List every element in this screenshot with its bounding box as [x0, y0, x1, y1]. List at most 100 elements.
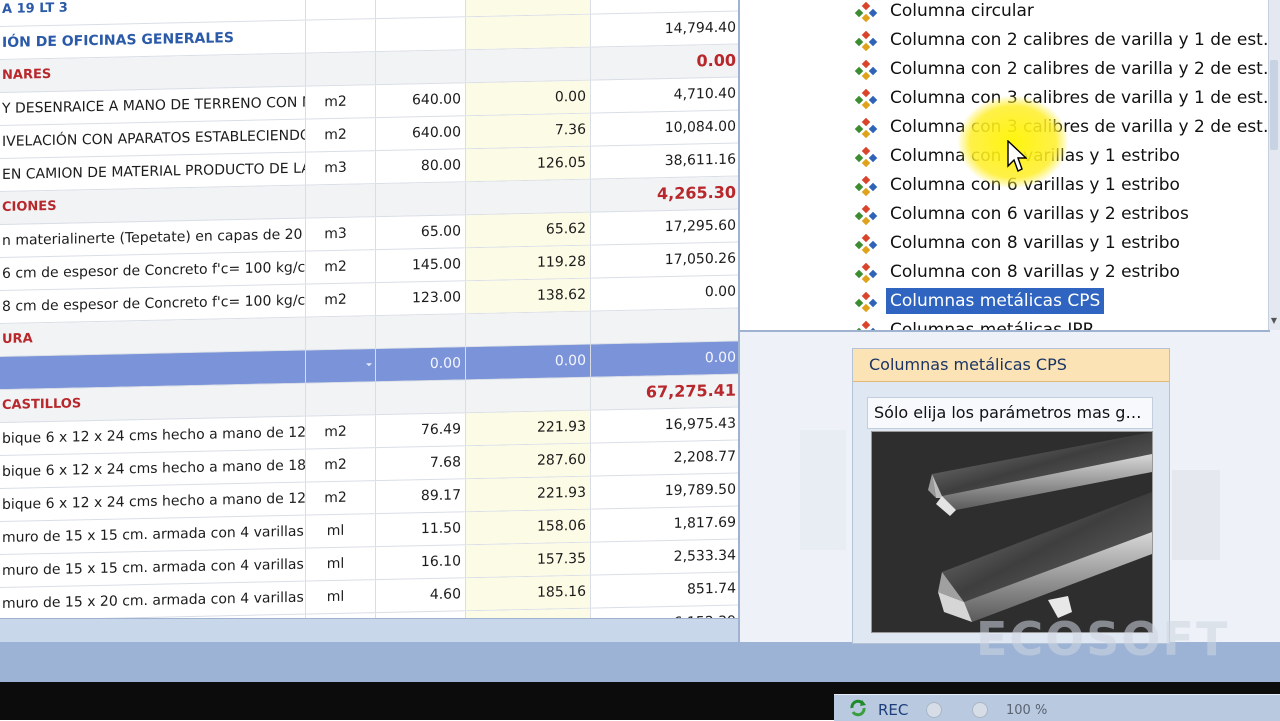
grid-cell-unit[interactable]: m2 [306, 250, 376, 284]
grid-cell-description[interactable]: bique 6 x 12 x 24 cms hecho a mano de 12… [0, 482, 306, 521]
grid-cell-amount[interactable]: 4,710.40 [591, 78, 738, 113]
grid-cell-description[interactable]: 8 cm de espesor de Concreto f'c= 100 kg/… [0, 284, 306, 323]
grid-cell-description[interactable]: NARES [0, 53, 306, 92]
grid-cell-quantity[interactable]: 80.00 [376, 149, 466, 184]
grid-cell-quantity[interactable] [376, 380, 466, 415]
tree-scrollbar[interactable] [1268, 0, 1280, 330]
grid-cell-unit-price[interactable]: 119.28 [466, 245, 591, 281]
grid-cell-amount[interactable]: 4,265.30 [591, 177, 738, 212]
record-button-2[interactable] [972, 702, 988, 718]
grid-cell-amount[interactable]: 19,789.50 [591, 474, 738, 509]
grid-cell-quantity[interactable]: 76.49 [376, 413, 466, 448]
grid-cell-unit-price[interactable]: 221.93 [466, 476, 591, 512]
grid-cell-description[interactable]: n materialinerte (Tepetate) en capas de … [0, 218, 306, 257]
grid-cell-amount[interactable] [591, 309, 738, 344]
grid-cell-description[interactable] [0, 350, 306, 389]
grid-cell-unit-price[interactable]: 65.62 [466, 212, 591, 248]
grid-cell-unit-price[interactable] [466, 47, 591, 83]
grid-cell-unit[interactable]: ml [306, 580, 376, 614]
grid-cell-unit[interactable]: m2 [306, 415, 376, 449]
grid-cell-quantity[interactable]: 640.00 [376, 83, 466, 118]
grid-cell-amount[interactable]: 851.74 [591, 573, 738, 608]
grid-cell-description[interactable]: IÓN DE OFICINAS GENERALES [0, 20, 306, 59]
grid-cell-unit[interactable] [306, 19, 376, 53]
grid-cell-amount[interactable]: 17,050.26 [591, 243, 738, 278]
grid-cell-amount[interactable]: 14,794.40 [591, 12, 738, 47]
grid-cell-unit[interactable]: m2 [306, 448, 376, 482]
grid-cell-description[interactable]: 6 cm de espesor de Concreto f'c= 100 kg/… [0, 251, 306, 290]
grid-cell-quantity[interactable]: 4.60 [376, 578, 466, 613]
grid-cell-quantity[interactable]: 123.00 [376, 281, 466, 316]
grid-cell-description[interactable]: IVELACIÓN CON APARATOS ESTABLECIENDO [0, 119, 306, 158]
grid-cell-quantity[interactable] [376, 182, 466, 217]
grid-cell-quantity[interactable]: 0.00 [376, 347, 466, 382]
grid-cell-amount[interactable]: 0.00 [591, 341, 738, 377]
budget-grid[interactable]: A 19 LT 3 IÓN DE OFICINAS GENERALES 14,794… [0, 0, 738, 635]
grid-cell-unit[interactable]: m2 [306, 118, 376, 152]
grid-cell-unit[interactable]: m2 [306, 481, 376, 515]
grid-cell-description[interactable]: CASTILLOS [0, 383, 306, 422]
grid-cell-description[interactable]: Y DESENRAICE A MANO DE TERRENO CON MALEZ… [0, 86, 306, 125]
grid-cell-quantity[interactable] [376, 50, 466, 85]
grid-cell-unit-price[interactable] [466, 179, 591, 215]
grid-cell-description[interactable]: bique 6 x 12 x 24 cms hecho a mano de 12… [0, 416, 306, 455]
grid-cell-description[interactable]: EN CAMION DE MATERIAL PRODUCTO DE LA [0, 152, 306, 191]
grid-cell-unit-price[interactable] [466, 377, 591, 413]
grid-cell-unit[interactable]: m2 [306, 85, 376, 119]
grid-cell-unit-price[interactable]: 0.00 [466, 344, 591, 380]
grid-cell-quantity[interactable]: 11.50 [376, 512, 466, 547]
grid-cell-unit[interactable] [306, 0, 376, 20]
record-button-1[interactable] [926, 702, 942, 718]
grid-cell-unit-price[interactable]: 138.62 [466, 278, 591, 314]
rec-label[interactable]: REC [878, 701, 908, 719]
grid-cell-unit[interactable]: ml [306, 514, 376, 548]
grid-cell-description[interactable]: URA [0, 317, 306, 356]
tree-scroll-thumb[interactable] [1270, 60, 1278, 150]
grid-cell-unit[interactable] [306, 316, 376, 350]
grid-cell-unit-price[interactable]: 185.16 [466, 575, 591, 611]
grid-cell-quantity[interactable] [376, 314, 466, 349]
grid-cell-unit-price[interactable]: 0.00 [466, 80, 591, 116]
grid-cell-unit-price[interactable] [466, 14, 591, 50]
grid-cell-quantity[interactable]: 89.17 [376, 479, 466, 514]
grid-cell-description[interactable]: muro de 15 x 20 cm. armada con 4 varilla… [0, 581, 306, 620]
grid-cell-quantity[interactable] [376, 0, 466, 19]
rec-refresh-icon[interactable] [848, 699, 868, 717]
grid-cell-unit[interactable]: m3 [306, 217, 376, 251]
grid-cell-unit-price[interactable]: 7.36 [466, 113, 591, 149]
grid-cell-amount[interactable]: 0.00 [591, 276, 738, 311]
grid-cell-unit-price[interactable] [466, 0, 591, 17]
grid-cell-amount[interactable]: 1,817.69 [591, 507, 738, 542]
grid-cell-quantity[interactable]: 16.10 [376, 545, 466, 580]
grid-cell-quantity[interactable]: 7.68 [376, 446, 466, 481]
grid-cell-amount[interactable]: 0.00 [591, 45, 738, 80]
grid-cell-unit[interactable]: m3 [306, 151, 376, 185]
grid-cell-unit[interactable]: ml [306, 547, 376, 581]
grid-cell-unit[interactable] [306, 382, 376, 416]
component-preview-card[interactable]: Columnas metálicas CPS Sólo elija los pa… [852, 348, 1170, 644]
grid-cell-unit-price[interactable] [466, 311, 591, 347]
grid-cell-quantity[interactable]: 65.00 [376, 215, 466, 250]
grid-cell-amount[interactable]: 2,208.77 [591, 441, 738, 476]
grid-cell-unit[interactable] [306, 184, 376, 218]
grid-cell-unit-price[interactable]: 157.35 [466, 542, 591, 578]
unit-dropdown-icon[interactable] [366, 363, 372, 367]
grid-cell-amount[interactable]: 38,611.16 [591, 144, 738, 179]
grid-cell-unit[interactable] [306, 52, 376, 86]
grid-cell-unit-price[interactable]: 221.93 [466, 410, 591, 446]
grid-cell-amount[interactable]: 2,533.34 [591, 540, 738, 575]
grid-cell-unit-price[interactable]: 158.06 [466, 509, 591, 545]
grid-cell-unit-price[interactable]: 287.60 [466, 443, 591, 479]
grid-cell-description[interactable]: CIONES [0, 185, 306, 224]
grid-cell-description[interactable]: bique 6 x 12 x 24 cms hecho a mano de 18… [0, 449, 306, 488]
grid-cell-amount[interactable]: 16,975.43 [591, 408, 738, 443]
grid-cell-amount[interactable]: 10,084.00 [591, 111, 738, 146]
grid-cell-amount[interactable]: 17,295.60 [591, 210, 738, 245]
grid-cell-unit-price[interactable]: 126.05 [466, 146, 591, 182]
grid-cell-quantity[interactable] [376, 17, 466, 52]
grid-cell-description[interactable]: muro de 15 x 15 cm. armada con 4 varilla… [0, 548, 306, 587]
grid-cell-quantity[interactable]: 640.00 [376, 116, 466, 151]
grid-cell-unit[interactable]: m2 [306, 283, 376, 317]
scroll-down-arrow[interactable]: ▼ [1270, 316, 1278, 326]
grid-cell-description[interactable]: muro de 15 x 15 cm. armada con 4 varilla… [0, 515, 306, 554]
